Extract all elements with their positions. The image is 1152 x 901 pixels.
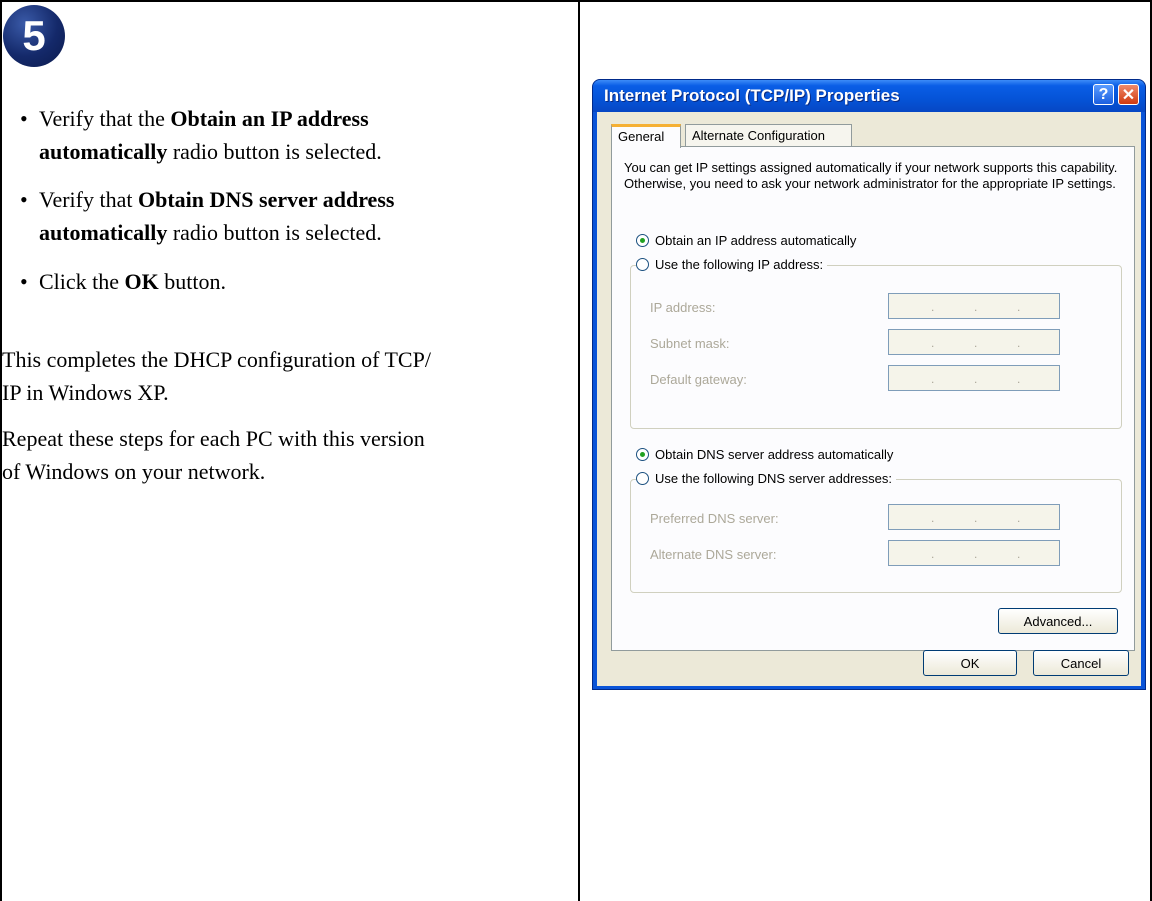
- question-mark-icon: ?: [1098, 85, 1109, 103]
- ip-separator: .: [931, 372, 935, 386]
- paragraph-line: This completes the DHCP configuration of…: [2, 347, 431, 372]
- ip-separator: .: [1017, 511, 1021, 525]
- bullet-text: Verify that: [39, 187, 138, 212]
- bullet-verify-dns: • Verify that Obtain DNS server address …: [20, 183, 560, 249]
- ip-address-field: . . .: [888, 293, 1060, 319]
- ok-button[interactable]: OK: [923, 650, 1017, 676]
- radio-obtain-dns-automatically[interactable]: Obtain DNS server address automatically: [636, 447, 893, 462]
- dialog-title: Internet Protocol (TCP/IP) Properties: [604, 86, 900, 105]
- bullet-text: Click the: [39, 269, 125, 294]
- paragraph-line: Repeat these steps for each PC with this…: [2, 426, 425, 451]
- ip-separator: .: [931, 300, 935, 314]
- repeat-paragraph: Repeat these steps for each PC with this…: [2, 422, 578, 488]
- frame-top-border: [0, 0, 1152, 2]
- ip-separator: .: [974, 547, 978, 561]
- ip-separator: .: [1017, 300, 1021, 314]
- radio-label: Use the following IP address:: [655, 257, 824, 272]
- radio-label: Obtain an IP address automatically: [655, 233, 857, 248]
- close-icon: ✕: [1121, 86, 1136, 104]
- default-gateway-field: . . .: [888, 365, 1060, 391]
- frame-column-divider: [578, 0, 580, 901]
- bullet-bold-text: automatically: [39, 139, 168, 164]
- advanced-button[interactable]: Advanced...: [998, 608, 1118, 634]
- tab-alternate-configuration[interactable]: Alternate Configuration: [685, 124, 852, 146]
- ip-settings-description: You can get IP settings assigned automat…: [624, 160, 1118, 191]
- bullet-bold-text: Obtain DNS server address: [137, 187, 395, 212]
- paragraph-line: IP in Windows XP.: [2, 380, 169, 405]
- bullet-text: radio button is selected.: [167, 139, 382, 164]
- ip-separator: .: [931, 336, 935, 350]
- ip-separator: .: [1017, 547, 1021, 561]
- bullet-text: Verify that the: [39, 106, 171, 131]
- radio-unselected-icon: [636, 472, 649, 485]
- radio-label: Use the following DNS server addresses:: [655, 471, 892, 486]
- radio-use-following-ip[interactable]: Use the following IP address:: [636, 257, 828, 272]
- ip-separator: .: [974, 511, 978, 525]
- bullet-click-ok: • Click the OK button.: [20, 265, 560, 298]
- tcpip-properties-dialog: Internet Protocol (TCP/IP) Properties ? …: [592, 79, 1146, 690]
- ip-separator: .: [974, 372, 978, 386]
- dialog-titlebar[interactable]: Internet Protocol (TCP/IP) Properties ? …: [593, 80, 1145, 112]
- close-button[interactable]: ✕: [1118, 84, 1139, 105]
- paragraph-line: of Windows on your network.: [2, 459, 266, 484]
- subnet-mask-field: . . .: [888, 329, 1060, 355]
- radio-use-following-dns[interactable]: Use the following DNS server addresses:: [636, 471, 896, 486]
- radio-selected-icon: [636, 234, 649, 247]
- bullet-text: radio button is selected.: [167, 220, 382, 245]
- bullet-verify-ip: • Verify that the Obtain an IP address a…: [20, 102, 560, 168]
- bullet-dot: •: [20, 187, 28, 212]
- general-tab-panel: You can get IP settings assigned automat…: [611, 146, 1135, 651]
- cancel-button[interactable]: Cancel: [1033, 650, 1129, 676]
- help-button[interactable]: ?: [1093, 84, 1114, 105]
- subnet-mask-label: Subnet mask:: [650, 336, 730, 351]
- radio-label: Obtain DNS server address automatically: [655, 447, 894, 462]
- ip-separator: .: [931, 547, 935, 561]
- dns-server-group: [630, 479, 1122, 593]
- ip-separator: .: [931, 511, 935, 525]
- bullet-bold-text: Obtain an IP address: [170, 106, 369, 131]
- default-gateway-label: Default gateway:: [650, 372, 747, 387]
- step-number-badge: 5: [3, 5, 65, 67]
- radio-unselected-icon: [636, 258, 649, 271]
- preferred-dns-field: . . .: [888, 504, 1060, 530]
- bullet-dot: •: [20, 106, 28, 131]
- ip-address-label: IP address:: [650, 300, 716, 315]
- alternate-dns-label: Alternate DNS server:: [650, 547, 777, 562]
- ip-separator: .: [974, 300, 978, 314]
- bullet-bold-text: OK: [124, 269, 159, 294]
- bullet-text: button.: [158, 269, 227, 294]
- radio-obtain-ip-automatically[interactable]: Obtain an IP address automatically: [636, 233, 856, 248]
- ip-separator: .: [1017, 372, 1021, 386]
- alternate-dns-field: . . .: [888, 540, 1060, 566]
- dialog-client-area: General Alternate Configuration You can …: [597, 112, 1141, 686]
- tab-general[interactable]: General: [611, 124, 681, 148]
- ip-separator: .: [974, 336, 978, 350]
- completion-paragraph: This completes the DHCP configuration of…: [2, 343, 578, 409]
- bullet-bold-text: automatically: [39, 220, 168, 245]
- preferred-dns-label: Preferred DNS server:: [650, 511, 779, 526]
- bullet-dot: •: [20, 269, 28, 294]
- radio-selected-icon: [636, 448, 649, 461]
- ip-separator: .: [1017, 336, 1021, 350]
